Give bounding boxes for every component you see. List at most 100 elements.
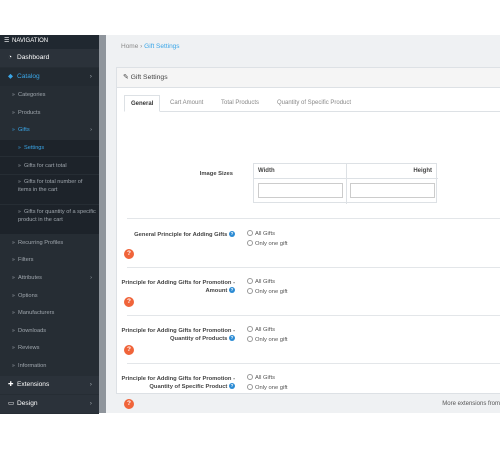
- breadcrumb-current[interactable]: Gift Settings: [144, 43, 179, 50]
- sidebar-item-dashboard[interactable]: ◔ Dashboard: [0, 49, 99, 68]
- tab-quantity-specific-product[interactable]: Quantity of Specific Product: [271, 95, 357, 112]
- info-icon[interactable]: ?: [229, 231, 235, 238]
- info-icon[interactable]: ?: [229, 383, 235, 390]
- nav-header-label: NAVIGATION: [12, 38, 49, 44]
- radio-label: Only one gift: [255, 289, 288, 295]
- chevron-right-icon: ›: [90, 274, 92, 281]
- help-question-icon[interactable]: ?: [124, 249, 134, 259]
- table-divider: [254, 178, 438, 179]
- row-divider: [127, 363, 500, 364]
- sidebar: ☰ NAVIGATION ◔ Dashboard ◆ Catalog › » Categ…: [0, 35, 99, 414]
- tag-icon: ◆: [8, 73, 14, 80]
- sidebar-item-label: Filters: [18, 257, 34, 264]
- monitor-icon: ▭: [8, 399, 15, 407]
- info-icon[interactable]: ?: [229, 287, 235, 294]
- sidebar-item-filters[interactable]: » Filters: [0, 252, 99, 270]
- tab-total-products[interactable]: Total Products: [215, 95, 265, 112]
- sidebar-item-label: Settings: [24, 144, 45, 151]
- sidebar-item-label: Dashboard: [17, 54, 50, 61]
- panel-header: ✎ Gift Settings: [117, 68, 500, 88]
- image-width-input[interactable]: [258, 183, 343, 198]
- sidebar-item-categories[interactable]: » Categories: [0, 87, 99, 105]
- radio-circle[interactable]: [247, 240, 253, 247]
- chevron-right-icon: ›: [89, 399, 92, 407]
- pencil-icon: ✎: [123, 74, 129, 81]
- radio-all-gifts[interactable]: All Gifts: [247, 326, 275, 335]
- tab-general[interactable]: General: [124, 95, 161, 112]
- radio-label: Only one gift: [255, 337, 288, 343]
- image-sizes-table: Width Height: [253, 163, 438, 204]
- nav-header[interactable]: ☰ NAVIGATION: [0, 35, 99, 49]
- sidebar-item-gifts-cart-total[interactable]: » Gifts for cart total: [0, 156, 99, 175]
- radio-circle[interactable]: [247, 278, 253, 285]
- sidebar-item-information[interactable]: » Information: [0, 357, 99, 376]
- sidebar-item-design[interactable]: ▭ Design ›: [0, 394, 99, 414]
- puzzle-icon: ✚: [8, 380, 14, 388]
- table-divider: [346, 164, 347, 204]
- sidebar-item-label: Attributes: [18, 274, 43, 281]
- sidebar-item-label: Manufacturers: [18, 310, 55, 317]
- radio-only-one-gift[interactable]: Only one gift: [247, 336, 288, 345]
- panel-title: Gift Settings: [130, 74, 168, 81]
- sidebar-item-label: Information: [18, 362, 47, 369]
- sidebar-item-label: Downloads: [18, 327, 47, 334]
- tab-bar: General Cart Amount Total Products Quant…: [124, 95, 500, 112]
- radio-circle[interactable]: [247, 384, 253, 391]
- width-header: Width: [258, 168, 275, 174]
- sidebar-item-gifts[interactable]: » Gifts ›: [0, 122, 99, 140]
- sidebar-item-manufacturers[interactable]: » Manufacturers: [0, 305, 99, 323]
- radio-circle[interactable]: [247, 336, 253, 343]
- sidebar-item-attributes[interactable]: » Attributes ›: [0, 269, 99, 288]
- footer-more-extensions[interactable]: More extensions from: [442, 401, 500, 407]
- setting-label: Principle for Adding Gifts for Promotion…: [117, 279, 235, 295]
- sidebar-item-products[interactable]: » Products: [0, 104, 99, 123]
- setting-label: General Principle for Adding Gifts ?: [117, 231, 235, 239]
- main-content: Home › Gift Settings ✎ Gift Settings Gen…: [106, 35, 500, 413]
- image-height-input[interactable]: [350, 183, 435, 198]
- setting-label-text: Principle for Adding Gifts for Promotion…: [121, 376, 235, 390]
- radio-label: Only one gift: [255, 385, 288, 391]
- image-sizes-label: Image Sizes: [199, 171, 233, 177]
- sidebar-item-label: Products: [18, 109, 41, 116]
- chevron-right-icon: ›: [89, 73, 92, 80]
- sidebar-item-label: Recurring Profiles: [18, 239, 64, 246]
- sidebar-item-downloads[interactable]: » Downloads: [0, 322, 99, 341]
- height-header: Height: [413, 168, 432, 174]
- help-question-icon[interactable]: ?: [124, 297, 134, 307]
- radio-only-one-gift[interactable]: Only one gift: [247, 384, 288, 393]
- row-divider: [127, 218, 500, 219]
- sidebar-item-recurring-profiles[interactable]: » Recurring Profiles: [0, 234, 99, 253]
- sidebar-item-label: Options: [18, 292, 38, 299]
- radio-circle[interactable]: [247, 288, 253, 295]
- settings-panel: ✎ Gift Settings General Cart Amount Tota…: [116, 67, 500, 409]
- radio-circle[interactable]: [247, 374, 253, 381]
- sidebar-item-label: Extensions: [17, 380, 50, 388]
- sidebar-item-options[interactable]: » Options: [0, 287, 99, 306]
- breadcrumb: Home › Gift Settings: [121, 43, 180, 50]
- radio-all-gifts[interactable]: All Gifts: [247, 230, 275, 239]
- info-icon[interactable]: ?: [229, 335, 235, 342]
- radio-all-gifts[interactable]: All Gifts: [247, 374, 275, 383]
- chevron-right-icon: ›: [90, 127, 92, 134]
- radio-circle[interactable]: [247, 230, 253, 237]
- sidebar-item-reviews[interactable]: » Reviews: [0, 340, 99, 358]
- sidebar-item-settings[interactable]: » Settings: [0, 139, 99, 157]
- sidebar-item-gifts-quantity-specific[interactable]: » Gifts for quantity of a specific produc…: [0, 204, 99, 235]
- help-question-icon[interactable]: ?: [124, 399, 134, 409]
- radio-only-one-gift[interactable]: Only one gift: [247, 288, 288, 297]
- sidebar-item-gifts-total-number[interactable]: » Gifts for total number of items in the …: [0, 174, 99, 205]
- breadcrumb-home[interactable]: Home: [121, 43, 138, 50]
- row-divider: [127, 315, 500, 316]
- radio-label: All Gifts: [255, 279, 275, 285]
- radio-only-one-gift[interactable]: Only one gift: [247, 240, 288, 249]
- sidebar-item-label: Gifts for quantity of a specific product…: [18, 208, 96, 223]
- tab-cart-amount[interactable]: Cart Amount: [164, 95, 209, 112]
- help-question-icon[interactable]: ?: [124, 345, 134, 355]
- sidebar-item-label: Gifts for cart total: [24, 162, 67, 169]
- setting-label: Principle for Adding Gifts for Promotion…: [117, 327, 235, 343]
- sidebar-item-label: Catalog: [17, 73, 40, 80]
- radio-circle[interactable]: [247, 326, 253, 333]
- sidebar-item-extensions[interactable]: ✚ Extensions ›: [0, 375, 99, 395]
- sidebar-item-catalog[interactable]: ◆ Catalog ›: [0, 68, 99, 87]
- radio-all-gifts[interactable]: All Gifts: [247, 278, 275, 287]
